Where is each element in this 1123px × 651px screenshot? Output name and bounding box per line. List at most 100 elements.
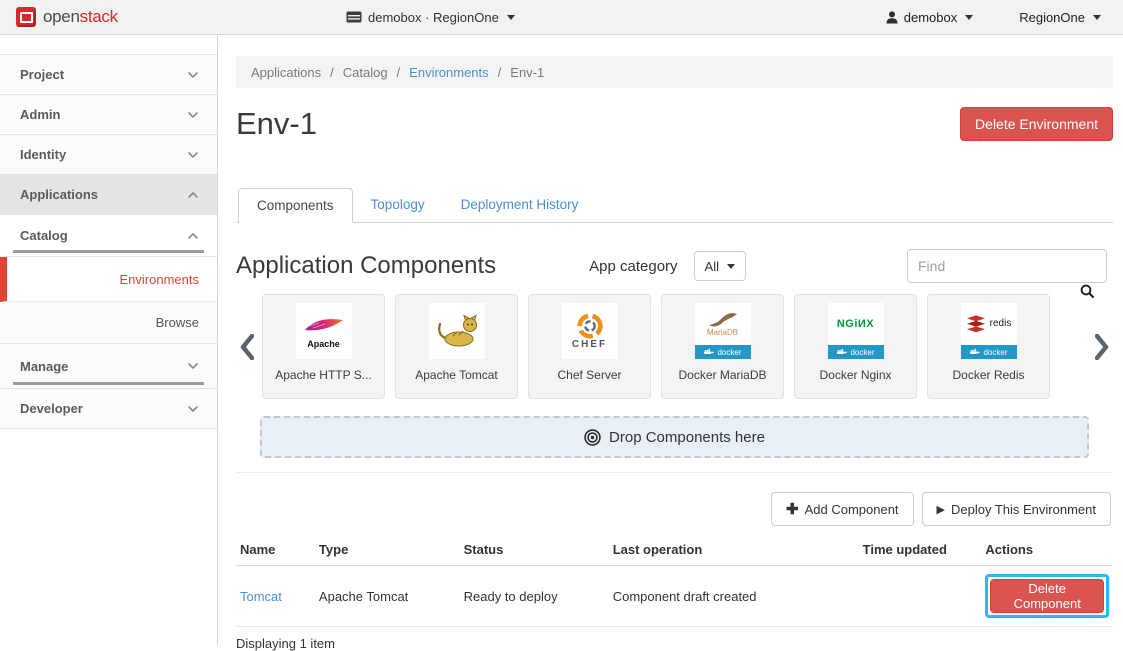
breadcrumb-separator: / xyxy=(498,65,502,80)
main-content: Applications / Catalog / Environments / … xyxy=(219,36,1123,645)
sidebar-item-manage[interactable]: Manage xyxy=(0,344,217,389)
table-header-row: Name Type Status Last operation Time upd… xyxy=(236,532,1113,566)
table-icon xyxy=(346,11,362,23)
delete-environment-button[interactable]: Delete Environment xyxy=(960,107,1113,141)
component-card-chef-server[interactable]: CHEF Chef Server xyxy=(528,294,651,399)
col-header-last-operation: Last operation xyxy=(609,532,859,566)
openstack-logo[interactable]: openstack xyxy=(16,7,216,27)
breadcrumb-environments-link[interactable]: Environments xyxy=(409,65,488,80)
context-switcher[interactable]: demobox · RegionOne xyxy=(346,10,515,25)
sidebar-item-label: Developer xyxy=(20,401,83,416)
redis-logo-text: redis xyxy=(990,319,1012,329)
component-card-label: Apache HTTP S... xyxy=(263,368,384,382)
chef-logo: CHEF xyxy=(562,303,618,359)
tomcat-logo xyxy=(429,303,485,359)
docker-banner-text: docker xyxy=(717,348,741,357)
docker-banner: docker xyxy=(695,345,751,359)
component-card-label: Docker Redis xyxy=(928,368,1049,382)
breadcrumb-current: Env-1 xyxy=(510,65,544,80)
component-cards: Apache Apache HTTP S... xyxy=(262,294,1050,399)
chevron-down-icon xyxy=(187,362,199,370)
col-header-actions: Actions xyxy=(981,532,1113,566)
user-menu-label: demobox xyxy=(904,10,957,25)
brand-stack: stack xyxy=(80,7,118,26)
user-icon xyxy=(886,11,898,24)
tomcat-cat-icon xyxy=(435,314,479,348)
chef-logo-text: CHEF xyxy=(572,340,607,350)
sidebar-item-admin[interactable]: Admin xyxy=(0,95,217,135)
openstack-cube-icon xyxy=(16,7,36,27)
cell-time-updated xyxy=(859,566,982,627)
plus-icon: ✚ xyxy=(786,500,799,518)
section-underline xyxy=(13,250,204,253)
add-component-button[interactable]: ✚ Add Component xyxy=(771,492,914,526)
search-icon[interactable] xyxy=(1080,284,1095,304)
breadcrumb-separator: / xyxy=(330,65,334,80)
components-table: Name Type Status Last operation Time upd… xyxy=(236,532,1113,627)
breadcrumb: Applications / Catalog / Environments / … xyxy=(236,56,1113,88)
apache-logo-text: Apache xyxy=(307,340,340,349)
table-row: Tomcat Apache Tomcat Ready to deploy Com… xyxy=(236,566,1113,627)
app-category-dropdown[interactable]: All xyxy=(694,251,746,281)
caret-down-icon xyxy=(965,15,973,20)
sidebar-item-label: Project xyxy=(20,67,64,82)
nginx-logo-text: NGiИX xyxy=(837,319,874,330)
sidebar-item-developer[interactable]: Developer xyxy=(0,389,217,429)
drop-components-zone[interactable]: Drop Components here xyxy=(260,416,1089,458)
chevron-up-icon xyxy=(187,191,199,199)
delete-component-button[interactable]: Delete Component xyxy=(990,579,1104,613)
sidebar: Project Admin Identity Applications Cata… xyxy=(0,36,218,645)
chevron-down-icon xyxy=(187,405,199,413)
component-card-label: Apache Tomcat xyxy=(396,368,517,382)
chevron-down-icon xyxy=(187,151,199,159)
brand-text: openstack xyxy=(43,7,118,27)
caret-down-icon xyxy=(727,264,735,269)
sidebar-item-environments[interactable]: Environments xyxy=(0,257,217,302)
component-card-apache-tomcat[interactable]: Apache Tomcat xyxy=(395,294,518,399)
docker-banner-text: docker xyxy=(850,348,874,357)
cell-last-operation: Component draft created xyxy=(609,566,859,627)
user-menu[interactable]: demobox xyxy=(886,10,973,25)
tab-topology[interactable]: Topology xyxy=(353,188,443,223)
sidebar-item-identity[interactable]: Identity xyxy=(0,135,217,175)
sidebar-item-applications[interactable]: Applications xyxy=(0,175,217,215)
component-card-apache-http[interactable]: Apache Apache HTTP S... xyxy=(262,294,385,399)
docker-banner: docker xyxy=(828,345,884,359)
mariadb-logo-text: MariaDB xyxy=(707,329,738,337)
breadcrumb-catalog[interactable]: Catalog xyxy=(343,65,388,80)
tab-components[interactable]: Components xyxy=(238,188,353,223)
sidebar-top-stub xyxy=(0,36,217,55)
component-card-docker-redis[interactable]: redis docker Docker Redis xyxy=(927,294,1050,399)
find-input[interactable] xyxy=(907,249,1107,283)
chevron-down-icon xyxy=(187,111,199,119)
docker-banner: docker xyxy=(961,345,1017,359)
component-card-docker-nginx[interactable]: NGiИX docker Docker Nginx xyxy=(794,294,917,399)
section-heading: Application Components xyxy=(236,252,496,280)
component-card-label: Chef Server xyxy=(529,368,650,382)
section-divider xyxy=(236,472,1113,473)
deploy-environment-button[interactable]: ▶ Deploy This Environment xyxy=(922,492,1111,526)
sidebar-item-browse[interactable]: Browse xyxy=(0,302,217,344)
components-carousel: Apache Apache HTTP S... xyxy=(236,294,1113,399)
sidebar-item-project[interactable]: Project xyxy=(0,55,217,95)
carousel-right-arrow[interactable] xyxy=(1091,334,1113,360)
component-name-link[interactable]: Tomcat xyxy=(240,589,282,604)
nginx-logo: NGiИX docker xyxy=(828,303,884,359)
breadcrumb-applications[interactable]: Applications xyxy=(251,65,321,80)
tab-bar: Components Topology Deployment History xyxy=(236,188,1113,223)
tab-deployment-history[interactable]: Deployment History xyxy=(443,188,597,223)
component-card-label: Docker Nginx xyxy=(795,368,916,382)
col-header-status: Status xyxy=(460,532,609,566)
title-row: Env-1 Delete Environment xyxy=(236,102,1113,146)
component-card-docker-mariadb[interactable]: MariaDB docker Docker MariaDB xyxy=(661,294,784,399)
sidebar-item-catalog[interactable]: Catalog xyxy=(0,215,217,257)
target-icon xyxy=(584,429,601,446)
sidebar-item-label: Environments xyxy=(120,272,199,287)
apache-logo: Apache xyxy=(296,303,352,359)
sidebar-item-label: Applications xyxy=(20,187,98,202)
region-menu[interactable]: RegionOne xyxy=(1019,10,1101,25)
components-heading-row: Application Components App category All xyxy=(236,249,1113,283)
chevron-up-icon xyxy=(187,232,199,240)
carousel-left-arrow[interactable] xyxy=(236,334,258,360)
col-header-name: Name xyxy=(236,532,315,566)
